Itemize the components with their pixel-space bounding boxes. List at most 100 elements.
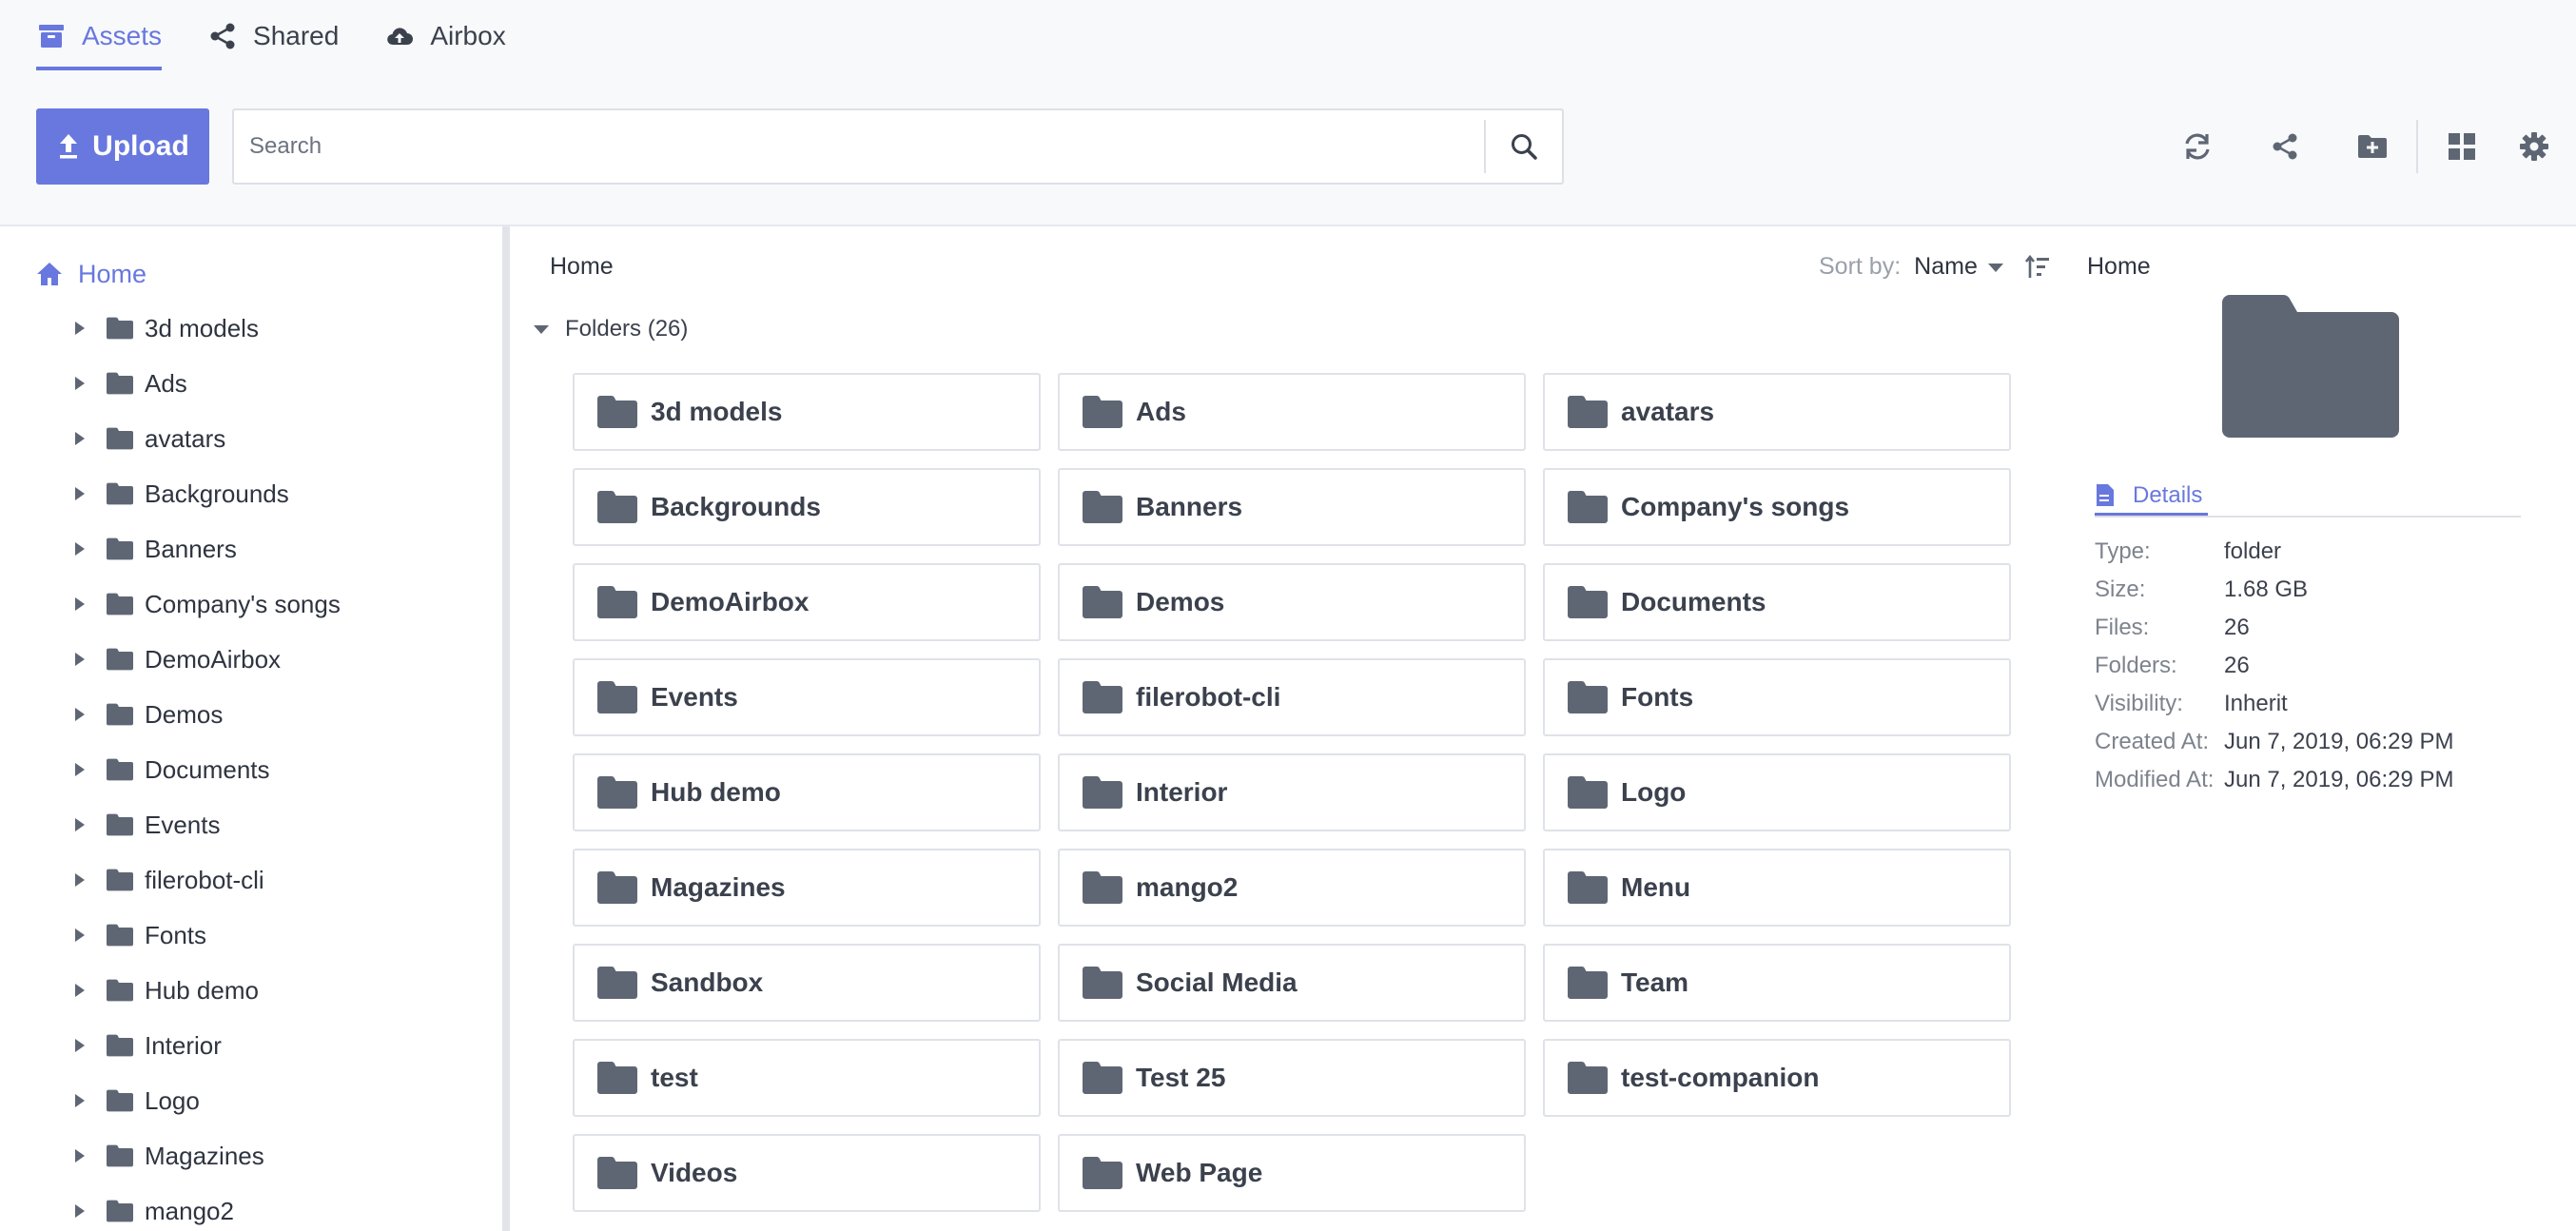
- tab-shared[interactable]: Shared: [207, 0, 339, 72]
- tab-airbox[interactable]: Airbox: [384, 0, 506, 72]
- folder-card[interactable]: Logo: [1543, 753, 2011, 831]
- folders-section-toggle[interactable]: Folders (26): [533, 316, 688, 342]
- sidebar-item-folder[interactable]: Documents: [0, 742, 502, 797]
- sidebar-item-folder[interactable]: Backgrounds: [0, 466, 502, 521]
- folder-card[interactable]: Demos: [1058, 563, 1526, 641]
- search-icon: [1510, 132, 1538, 161]
- folder-name: Company's songs: [1621, 492, 1850, 521]
- sort-field-select[interactable]: Name: [1914, 253, 1978, 281]
- sidebar-item-folder[interactable]: Magazines: [0, 1128, 502, 1183]
- sidebar-item-folder[interactable]: DemoAirbox: [0, 632, 502, 687]
- caret-right-icon[interactable]: [72, 375, 88, 392]
- share-button[interactable]: [2266, 127, 2304, 166]
- sidebar-item-folder[interactable]: Banners: [0, 521, 502, 576]
- caret-right-icon[interactable]: [72, 927, 88, 944]
- detail-key: Files:: [2095, 615, 2150, 640]
- folder-card[interactable]: test: [573, 1039, 1041, 1117]
- folder-name: Web Page: [1136, 1158, 1263, 1187]
- folder-card[interactable]: Web Page: [1058, 1134, 1526, 1212]
- folder-card[interactable]: filerobot-cli: [1058, 658, 1526, 736]
- caret-right-icon[interactable]: [72, 871, 88, 889]
- grid-view-button[interactable]: [2443, 127, 2481, 166]
- caret-right-icon[interactable]: [72, 1202, 88, 1220]
- detail-row: Modified At: Jun 7, 2019, 06:29 PM: [2095, 761, 2454, 799]
- sidebar-item-folder[interactable]: Logo: [0, 1073, 502, 1128]
- folder-card[interactable]: Magazines: [573, 849, 1041, 927]
- sidebar-item-folder[interactable]: Interior: [0, 1018, 502, 1073]
- folder-card[interactable]: Documents: [1543, 563, 2011, 641]
- folder-card[interactable]: Menu: [1543, 849, 2011, 927]
- sidebar-item-folder[interactable]: Ads: [0, 356, 502, 411]
- sidebar-item-label: Hub demo: [145, 975, 259, 1005]
- details-properties: Type: folder Size: 1.68 GB Files: 26 Folders: 2…: [2095, 533, 2454, 799]
- folder-card[interactable]: DemoAirbox: [573, 563, 1041, 641]
- detail-value: folder: [2224, 538, 2282, 564]
- sidebar-item-folder[interactable]: avatars: [0, 411, 502, 466]
- details-tab-label: Details: [2133, 481, 2203, 508]
- upload-button[interactable]: Upload: [36, 108, 209, 185]
- caret-right-icon[interactable]: [72, 596, 88, 613]
- folder-card[interactable]: Backgrounds: [573, 468, 1041, 546]
- caret-right-icon[interactable]: [72, 816, 88, 833]
- caret-right-icon[interactable]: [72, 320, 88, 337]
- tab-assets[interactable]: Assets: [36, 0, 163, 72]
- folder-card[interactable]: Events: [573, 658, 1041, 736]
- sidebar-item-label: Demos: [145, 699, 224, 729]
- sidebar-item-folder[interactable]: 3d models: [0, 301, 502, 356]
- folder-card[interactable]: Social Media: [1058, 944, 1526, 1022]
- caret-right-icon[interactable]: [72, 430, 88, 447]
- folder-name: Test 25: [1136, 1063, 1226, 1092]
- sidebar-item-folder[interactable]: Hub demo: [0, 963, 502, 1018]
- caret-right-icon[interactable]: [72, 485, 88, 502]
- folder-icon: [107, 482, 133, 505]
- folder-icon: [107, 537, 133, 560]
- new-folder-button[interactable]: [2353, 127, 2391, 166]
- folder-card[interactable]: Team: [1543, 944, 2011, 1022]
- sidebar-item-folder[interactable]: filerobot-cli: [0, 852, 502, 908]
- refresh-button[interactable]: [2178, 127, 2216, 166]
- search-button[interactable]: [1484, 120, 1562, 173]
- breadcrumb[interactable]: Home: [550, 253, 614, 281]
- folder-card[interactable]: Fonts: [1543, 658, 2011, 736]
- caret-right-icon[interactable]: [72, 540, 88, 557]
- folder-card[interactable]: Hub demo: [573, 753, 1041, 831]
- chevron-down-icon[interactable]: [1987, 262, 2004, 273]
- folder-card[interactable]: Videos: [573, 1134, 1041, 1212]
- caret-right-icon[interactable]: [72, 706, 88, 723]
- sidebar-item-home[interactable]: Home: [36, 251, 146, 297]
- folder-name: Magazines: [651, 872, 786, 902]
- folder-card[interactable]: Test 25: [1058, 1039, 1526, 1117]
- folder-name: 3d models: [651, 397, 783, 426]
- folder-name: test-companion: [1621, 1063, 1820, 1092]
- caret-right-icon[interactable]: [72, 761, 88, 778]
- caret-right-icon[interactable]: [72, 651, 88, 668]
- folder-icon: [107, 427, 133, 450]
- caret-right-icon[interactable]: [72, 1037, 88, 1054]
- sidebar-item-label: Company's songs: [145, 589, 341, 618]
- settings-button[interactable]: [2515, 127, 2553, 166]
- sidebar-resize-handle[interactable]: [502, 226, 510, 1231]
- sidebar-item-folder[interactable]: Events: [0, 797, 502, 852]
- search-input[interactable]: [234, 110, 1486, 183]
- sidebar-item-folder[interactable]: Company's songs: [0, 576, 502, 632]
- folder-card[interactable]: Company's songs: [1543, 468, 2011, 546]
- folder-card[interactable]: Sandbox: [573, 944, 1041, 1022]
- sidebar-item-folder[interactable]: Fonts: [0, 908, 502, 963]
- sidebar-item-label: Documents: [145, 754, 270, 784]
- main-panel: Home Sort by: Name Folders (26) 3d model…: [510, 226, 2051, 1231]
- folder-card[interactable]: 3d models: [573, 373, 1041, 451]
- folder-card[interactable]: test-companion: [1543, 1039, 2011, 1117]
- sidebar-item-folder[interactable]: mango2: [0, 1183, 502, 1231]
- folder-card[interactable]: Interior: [1058, 753, 1526, 831]
- caret-right-icon[interactable]: [72, 982, 88, 999]
- sort-order-icon[interactable]: [2024, 254, 2050, 280]
- sidebar-item-folder[interactable]: Demos: [0, 687, 502, 742]
- caret-right-icon[interactable]: [72, 1147, 88, 1164]
- folder-card[interactable]: Ads: [1058, 373, 1526, 451]
- folder-card[interactable]: Banners: [1058, 468, 1526, 546]
- folder-icon: [597, 681, 637, 713]
- tab-details[interactable]: Details: [2095, 478, 2209, 516]
- folder-card[interactable]: mango2: [1058, 849, 1526, 927]
- caret-right-icon[interactable]: [72, 1092, 88, 1109]
- folder-card[interactable]: avatars: [1543, 373, 2011, 451]
